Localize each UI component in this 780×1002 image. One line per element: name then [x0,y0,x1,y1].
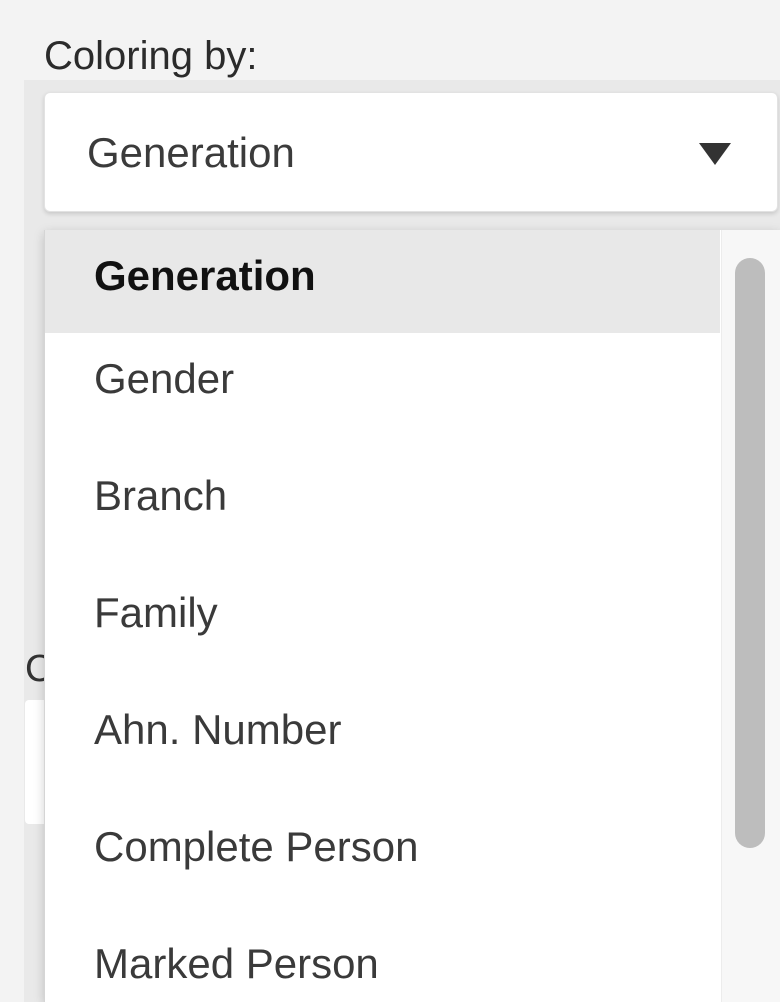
coloring-select[interactable]: Generation [44,92,778,212]
option-marked-person[interactable]: Marked Person [45,918,720,1002]
scrollbar-thumb[interactable] [735,258,765,848]
option-branch[interactable]: Branch [45,450,720,567]
coloring-by-label: Coloring by: [44,34,258,78]
selected-value: Generation [87,129,295,176]
triangle-down-icon[interactable] [699,143,731,165]
option-complete-person[interactable]: Complete Person [45,801,720,918]
coloring-dropdown-menu: Generation Gender Branch Family Ahn. Num… [44,230,780,1002]
option-family[interactable]: Family [45,567,720,684]
dropdown-scrollbar[interactable] [721,230,780,1002]
option-generation[interactable]: Generation [45,230,720,333]
option-gender[interactable]: Gender [45,333,720,450]
option-ahn-number[interactable]: Ahn. Number [45,684,720,801]
option-list: Generation Gender Branch Family Ahn. Num… [45,230,720,1002]
